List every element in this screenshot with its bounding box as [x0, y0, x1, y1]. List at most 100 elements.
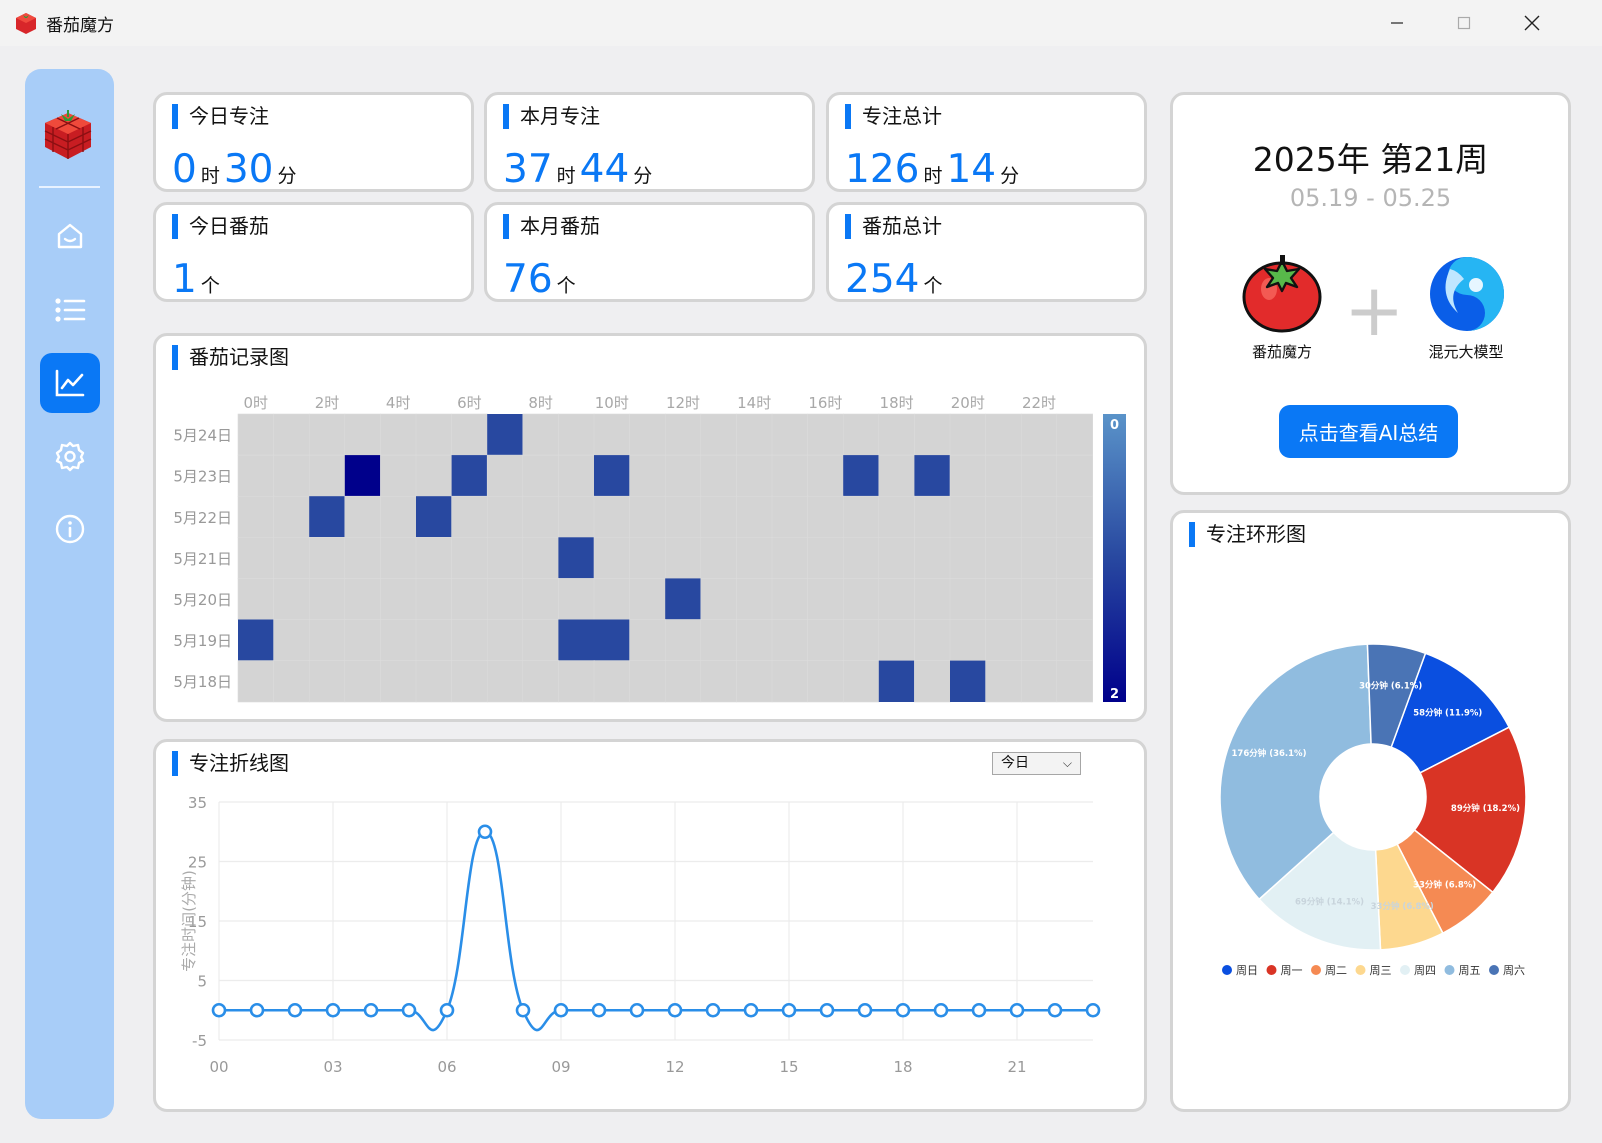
- heatmap-cell: [807, 619, 844, 662]
- heatmap-cell: [273, 413, 310, 456]
- heatmap-card: 番茄记录图 0时 2时 4时 6时 8时 10时 12时 14时 16时 18时 20时 22时 5月…: [153, 333, 1147, 722]
- nav-list[interactable]: [40, 280, 100, 340]
- heatmap-cell: [949, 537, 987, 580]
- nav-statistics[interactable]: [40, 353, 100, 413]
- line-point: [1047, 1002, 1063, 1018]
- rubik-tomato-logo: [44, 110, 92, 159]
- stat-card-today-focus: 今日专注 0 时 30 分: [153, 92, 474, 192]
- heatmap-cell: [949, 454, 987, 497]
- stat-value: 0 时 30 分: [172, 147, 301, 192]
- close-button[interactable]: [1508, 8, 1556, 38]
- heatmap-cell: [344, 578, 382, 621]
- donut-slice-label: 89分钟 (18.2%): [1451, 803, 1520, 814]
- heatmap-cell: [914, 455, 951, 497]
- heatmap-x-tick: 20时: [951, 394, 985, 412]
- y-axis-label: 专注时间(分钟): [180, 870, 198, 972]
- donut-chart-card: 专注环形图 58分钟 (11.9%) 89分钟 (18.2%) 33分钟 (6.8%…: [1170, 510, 1571, 1112]
- heatmap-x-tick: 4时: [386, 394, 411, 412]
- heatmap-cell: [629, 454, 666, 497]
- heatmap-cell: [451, 455, 488, 497]
- heatmap-cell: [736, 454, 773, 497]
- heatmap-cell: [878, 537, 915, 580]
- donut-chart: 58分钟 (11.9%) 89分钟 (18.2%) 33分钟 (6.8%) 33分钟 …: [1219, 643, 1527, 977]
- y-tick-label: 35: [188, 794, 207, 812]
- heatmap-cell: [344, 495, 382, 538]
- heatmap-cell: [237, 660, 275, 703]
- line-point: [933, 1002, 949, 1018]
- heatmap-cell: [664, 537, 702, 580]
- line-point: [325, 1002, 341, 1018]
- heatmap-x-tick: 14时: [737, 394, 771, 412]
- heatmap-cell: [1056, 660, 1093, 703]
- heatmap-cell: [558, 660, 595, 703]
- x-tick-label: 15: [779, 1058, 798, 1076]
- app-icon: [16, 13, 36, 34]
- legend-swatch: [1489, 965, 1499, 975]
- nav-settings[interactable]: [40, 426, 100, 486]
- heatmap-cell: [664, 660, 702, 703]
- x-tick-label: 09: [551, 1058, 570, 1076]
- heatmap-x-tick: 12时: [666, 394, 700, 412]
- heatmap-cell: [736, 537, 773, 580]
- stat-label: 今日专注: [172, 104, 269, 129]
- brand-hunyuan-label: 混元大模型: [1428, 343, 1504, 361]
- heatmap-cell: [415, 413, 453, 456]
- heatmap-cell: [415, 660, 453, 703]
- heatmap-cell: [985, 495, 1022, 538]
- minutes-unit: 分: [277, 165, 297, 187]
- heatmap-cell: [842, 660, 880, 703]
- heatmap-cell: [807, 578, 844, 621]
- heatmap-cell: [878, 660, 915, 702]
- heatmap-cell: [380, 495, 417, 538]
- heatmap-cell: [522, 537, 559, 580]
- title-bar: 番茄魔方: [0, 0, 1602, 46]
- hunyuan-icon: [1430, 257, 1504, 331]
- heatmap-cell: [1056, 413, 1093, 456]
- heatmap-cell: [1056, 495, 1093, 538]
- maximize-icon: [1457, 16, 1471, 30]
- maximize-button[interactable]: [1440, 8, 1488, 38]
- sidebar-divider: [39, 186, 100, 188]
- nav-about[interactable]: [40, 499, 100, 559]
- heatmap-cell: [807, 454, 844, 497]
- heatmap-cell: [949, 578, 987, 621]
- heatmap-cell: [1056, 537, 1093, 580]
- heatmap-cell: [736, 619, 773, 662]
- nav-home[interactable]: [40, 206, 100, 266]
- heatmap-cell: [344, 619, 382, 662]
- minutes-value: 44: [579, 147, 630, 192]
- list-icon: [55, 298, 86, 322]
- legend-swatch: [1444, 965, 1455, 975]
- line-point: [439, 1002, 455, 1018]
- window-title: 番茄魔方: [46, 16, 114, 36]
- heatmap-x-tick: 6时: [457, 394, 482, 412]
- heatmap-cell: [593, 537, 631, 580]
- heatmap-cell: [985, 578, 1022, 621]
- heatmap-cell: [1020, 619, 1058, 662]
- heatmap-cell: [878, 495, 915, 538]
- minimize-button[interactable]: [1373, 8, 1421, 38]
- close-icon: [1524, 15, 1540, 31]
- heatmap-cell: [985, 537, 1022, 580]
- heatmap-cell: [629, 660, 666, 703]
- heatmap-cell: [486, 454, 524, 497]
- heatmap-cell: [664, 495, 702, 538]
- stat-value: 126 时 14 分: [845, 147, 1023, 192]
- line-point: [1085, 1002, 1101, 1018]
- heatmap-cell: [807, 413, 844, 456]
- heatmap-cell: [380, 413, 417, 456]
- heatmap-cell: [878, 413, 915, 456]
- donut-slice-label: 58分钟 (11.9%): [1413, 707, 1482, 718]
- heatmap-cell: [486, 619, 524, 662]
- stat-label: 本月专注: [503, 104, 600, 129]
- stat-card-month-focus: 本月专注 37 时 44 分: [484, 92, 815, 192]
- ai-summary-button[interactable]: 点击查看AI总结: [1279, 405, 1458, 458]
- heatmap-cell: [985, 454, 1022, 497]
- heatmap-cell: [273, 495, 310, 538]
- heatmap-cell: [1020, 495, 1058, 538]
- heatmap-cell: [1056, 578, 1093, 621]
- heatmap-cell: [736, 578, 773, 621]
- heatmap-cell: [273, 537, 310, 580]
- heatmap-cell: [842, 578, 880, 621]
- heatmap-cell: [237, 454, 275, 497]
